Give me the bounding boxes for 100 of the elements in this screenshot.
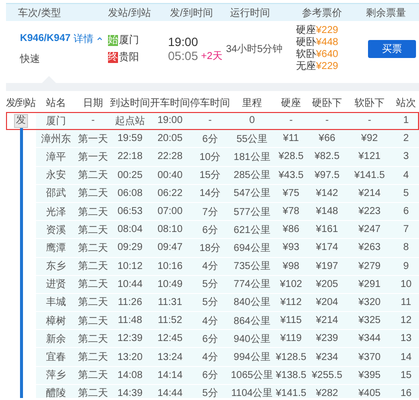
- table-cell-text: 13:24: [156, 352, 184, 363]
- table-cell-text: 14:39: [116, 388, 144, 398]
- seat-type: 软卧: [296, 48, 316, 60]
- table-cell-text: -: [207, 115, 213, 126]
- table-cell-text: 1: [402, 115, 410, 126]
- column-header: 发/到站: [6, 96, 36, 110]
- station-name: 贵阳: [119, 50, 139, 64]
- column-header: 停车时间: [190, 96, 230, 110]
- train-type: 快速: [20, 52, 41, 66]
- details-link[interactable]: 详情: [74, 32, 94, 46]
- table-cell-text: 735公里: [232, 260, 272, 274]
- table-cell-text: 07:00: [156, 206, 184, 218]
- table-cell-text: 10:49: [156, 278, 184, 290]
- table-cell-text: ¥112: [279, 296, 303, 308]
- seat-type: 硬卧: [296, 36, 316, 48]
- table-cell-text: 邵武: [45, 186, 67, 200]
- table-cell-text: 06:53: [116, 206, 144, 218]
- table-cell-text: ¥28.5: [277, 151, 305, 162]
- table-cell-text: 9: [402, 260, 410, 272]
- table-cell-text: ¥320: [357, 296, 382, 308]
- table-cell-text: 丰城: [45, 296, 67, 310]
- table-cell-text: 第二天: [77, 314, 109, 328]
- table-cell-text: 06:08: [116, 188, 144, 199]
- table-cell-text: 840公里: [232, 296, 272, 310]
- table-cell-text: 2: [402, 133, 410, 144]
- table-cell-text: 樟树: [45, 314, 67, 328]
- table-cell-text: 55公里: [235, 132, 269, 146]
- stop-row[interactable]: 发 厦门 - 起点站 19:00 - 0 - - - 1: [6, 112, 419, 130]
- table-cell-text: 第二天: [77, 296, 109, 310]
- table-cell-text: 0: [248, 115, 256, 126]
- table-cell-text: 14分: [198, 187, 222, 200]
- table-cell-text: ¥82.5: [313, 151, 341, 162]
- seat-type: 无座: [296, 60, 316, 72]
- table-cell-text: 00:25: [116, 170, 144, 181]
- seat-type: 硬座: [296, 24, 316, 36]
- table-cell-text: ¥279: [357, 260, 382, 272]
- table-cell-text: 5分: [201, 296, 219, 310]
- duration: 34小时5分钟: [226, 44, 283, 54]
- table-cell-text: 4分: [201, 260, 219, 274]
- end-badge: 终: [108, 52, 118, 62]
- train-number-link[interactable]: K946/K947: [20, 33, 71, 44]
- table-cell-text: 1065公里: [230, 369, 274, 382]
- table-cell-text: 19:59: [116, 133, 144, 144]
- table-cell-text: 10: [399, 278, 413, 290]
- table-cell-text: -: [90, 115, 96, 126]
- table-cell-text: 宜春: [45, 350, 67, 364]
- table-cell-text: -: [288, 115, 294, 126]
- column-header: 车次/类型: [17, 6, 62, 20]
- table-cell-text: 第二天: [77, 224, 109, 237]
- column-header: 发站/到站: [107, 6, 152, 20]
- column-header: 参考票价: [301, 6, 343, 20]
- table-cell-text: 东乡: [45, 260, 67, 274]
- table-cell-text: ¥214: [314, 315, 340, 326]
- table-cell-text: ¥11: [282, 133, 300, 144]
- table-cell-text: -: [366, 115, 372, 126]
- table-cell-text: ¥263: [357, 242, 382, 254]
- table-cell-text: 864公里: [232, 314, 272, 328]
- table-cell-text: 资溪: [45, 224, 67, 237]
- table-cell-text: 10:12: [116, 260, 144, 272]
- depart-badge: 发: [14, 114, 28, 128]
- table-cell-text: ¥282: [314, 388, 340, 398]
- table-cell-text: 13:20: [116, 352, 144, 363]
- buy-ticket-button[interactable]: 买票: [368, 40, 416, 58]
- table-cell-text: ¥141.5: [353, 170, 386, 181]
- column-header: 剩余票量: [365, 6, 407, 20]
- table-cell-text: 永安: [45, 168, 67, 182]
- table-cell-text: ¥223: [357, 206, 382, 218]
- table-cell-text: 6分: [201, 369, 219, 382]
- table-cell-text: ¥102: [278, 278, 304, 290]
- table-cell-text: 09:47: [156, 242, 184, 254]
- column-header: 运行时间: [229, 6, 271, 20]
- table-cell-text: 4: [402, 170, 410, 181]
- table-cell-text: 16: [399, 388, 413, 398]
- table-cell-text: 00:40: [156, 170, 184, 181]
- table-cell-text: ¥204: [314, 296, 340, 308]
- table-cell-text: 285公里: [232, 169, 272, 182]
- column-header: 里程: [241, 97, 263, 110]
- table-cell-text: 09:29: [116, 242, 144, 254]
- table-cell-text: 6: [402, 206, 410, 218]
- table-cell-text: ¥405: [357, 388, 382, 398]
- table-cell-text: ¥141.5: [274, 388, 308, 398]
- column-header: 开车时间: [150, 96, 190, 110]
- table-cell-text: ¥214: [357, 188, 382, 199]
- price: ¥229: [316, 24, 338, 36]
- table-cell-text: ¥97.5: [313, 170, 341, 181]
- table-cell-text: ¥119: [279, 333, 303, 344]
- table-cell-text: 11:52: [156, 315, 184, 326]
- table-cell-text: 第二天: [77, 332, 109, 346]
- table-cell-text: 11:48: [116, 315, 144, 326]
- table-cell-text: ¥92: [360, 133, 379, 144]
- table-cell-text: 新余: [45, 332, 67, 346]
- table-cell-text: 14:44: [156, 388, 184, 398]
- chevron-up-icon[interactable]: [96, 36, 102, 41]
- table-cell-text: 进贤: [45, 278, 67, 292]
- table-cell-text: 6分: [201, 332, 219, 346]
- price: ¥448: [316, 36, 338, 48]
- table-cell-text: ¥115: [279, 315, 303, 326]
- table-cell-text: ¥138.5: [274, 370, 308, 381]
- table-cell-text: ¥325: [357, 315, 382, 326]
- table-cell-text: 10:44: [116, 278, 144, 290]
